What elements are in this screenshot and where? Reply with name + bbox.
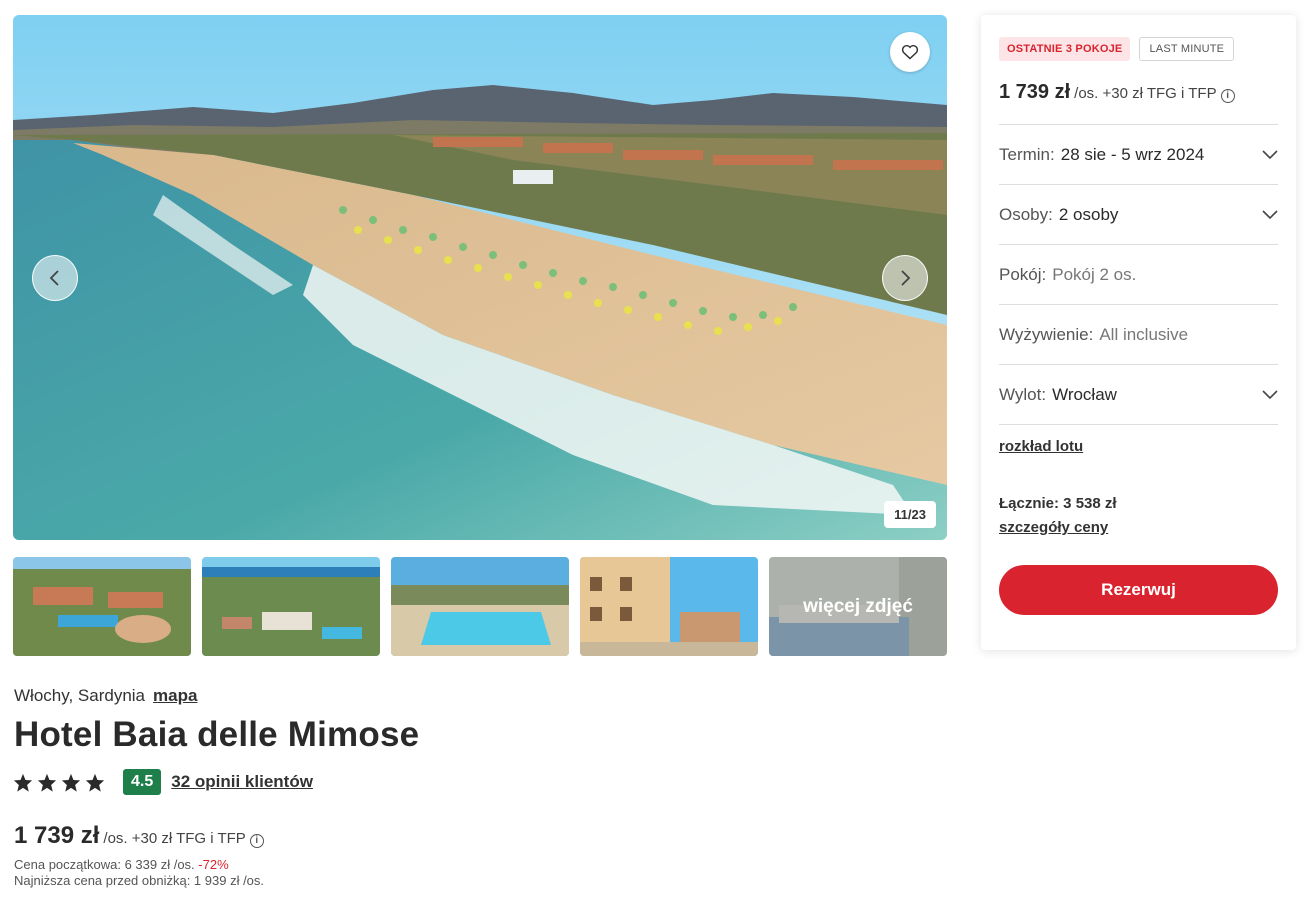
room-value: Pokój 2 os. xyxy=(1052,264,1137,284)
chevron-down-icon xyxy=(1262,389,1278,399)
chevron-right-icon xyxy=(901,270,911,286)
room-label: Pokój: xyxy=(999,264,1047,284)
flight-schedule-link[interactable]: rozkład lotu xyxy=(999,438,1278,455)
reviews-link[interactable]: 32 opinii klientów xyxy=(171,772,313,792)
star-icon xyxy=(37,773,57,792)
info-icon[interactable]: i xyxy=(1220,89,1235,103)
thumbnail-resort-pool[interactable] xyxy=(202,557,380,656)
thumbnail-swimming-pool[interactable] xyxy=(391,557,569,656)
board-row: Wyżywienie: All inclusive xyxy=(999,305,1278,365)
term-select[interactable]: Termin: 28 sie - 5 wrz 2024 xyxy=(999,125,1278,185)
persons-value: 2 osoby xyxy=(1058,204,1119,224)
lowest-price-note: Najniższa cena przed obniżką: 1 939 zł /… xyxy=(14,873,265,888)
panel-price-suffix: /os. +30 zł TFG i TFP xyxy=(1074,85,1217,102)
last-minute-badge: LAST MINUTE xyxy=(1139,37,1235,61)
star-rating xyxy=(13,773,105,792)
total-price: Łącznie: 3 538 zł xyxy=(999,495,1117,512)
term-value: 28 sie - 5 wrz 2024 xyxy=(1060,144,1205,164)
original-price-note: Cena początkowa: 6 339 zł /os. -72% xyxy=(14,857,264,873)
departure-label: Wylot: xyxy=(999,384,1047,404)
original-price-label: Cena początkowa: 6 339 zł /os. xyxy=(14,857,195,872)
next-photo-button[interactable] xyxy=(882,255,928,301)
thumbnail-more-photos[interactable]: więcej zdjęć xyxy=(769,557,947,656)
departure-value: Wrocław xyxy=(1052,384,1117,404)
panel-price: 1 739 zł /os. +30 zł TFG i TFP i xyxy=(999,81,1278,125)
favorite-button[interactable] xyxy=(890,32,930,72)
info-icon[interactable]: i xyxy=(249,834,264,848)
book-button[interactable]: Rezerwuj xyxy=(999,565,1278,615)
star-icon xyxy=(85,773,105,792)
offer-badges: OSTATNIE 3 POKOJE LAST MINUTE xyxy=(999,37,1278,61)
discount-percent: -72% xyxy=(198,857,229,872)
last-rooms-badge: OSTATNIE 3 POKOJE xyxy=(999,37,1131,61)
term-label: Termin: xyxy=(999,144,1055,164)
chevron-down-icon xyxy=(1262,149,1278,159)
room-row: Pokój: Pokój 2 os. xyxy=(999,245,1278,305)
thumbnail-hotel-aerial[interactable] xyxy=(13,557,191,656)
thumbnail-hotel-facade[interactable] xyxy=(580,557,758,656)
panel-price-value: 1 739 zł xyxy=(999,81,1071,103)
hotel-name: Hotel Baia delle Mimose xyxy=(14,715,420,754)
previous-photo-button[interactable] xyxy=(32,255,78,301)
more-photos-label[interactable]: więcej zdjęć xyxy=(769,557,947,656)
photo-counter: 11/23 xyxy=(884,501,936,528)
price-details-link[interactable]: szczegóły ceny xyxy=(999,519,1278,536)
persons-select[interactable]: Osoby: 2 osoby xyxy=(999,185,1278,245)
hotel-price-block: 1 739 zł /os. +30 zł TFG i TFP i Cena po… xyxy=(14,822,264,889)
location-text: Włochy, Sardynia xyxy=(14,686,146,705)
main-photo[interactable]: 11/23 xyxy=(13,15,947,540)
beach-aerial-image xyxy=(13,15,947,540)
board-label: Wyżywienie: xyxy=(999,324,1094,344)
departure-select[interactable]: Wylot: Wrocław xyxy=(999,365,1278,425)
price-suffix: /os. +30 zł TFG i TFP xyxy=(103,830,246,847)
heart-icon xyxy=(901,44,919,60)
booking-panel: OSTATNIE 3 POKOJE LAST MINUTE 1 739 zł /… xyxy=(981,15,1296,650)
rating-row: 4.5 32 opinii klientów xyxy=(13,768,313,796)
hotel-location: Włochy, Sardynia mapa xyxy=(14,686,197,706)
persons-label: Osoby: xyxy=(999,204,1053,224)
chevron-left-icon xyxy=(49,270,59,286)
board-value: All inclusive xyxy=(1099,324,1189,344)
rating-score-badge: 4.5 xyxy=(123,769,162,795)
map-link[interactable]: mapa xyxy=(153,686,197,705)
star-icon xyxy=(13,773,33,792)
price-per-person: 1 739 zł xyxy=(14,822,100,849)
chevron-down-icon xyxy=(1262,209,1278,219)
star-icon xyxy=(61,773,81,792)
thumbnail-strip: więcej zdjęć xyxy=(13,557,947,656)
